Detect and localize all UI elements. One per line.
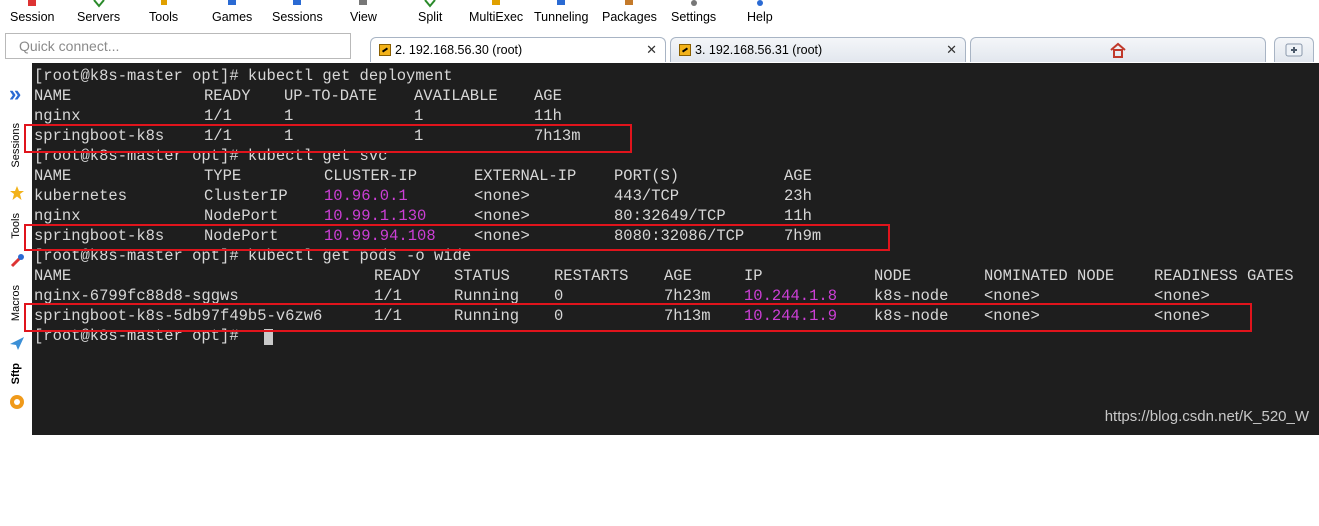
home-icon [1110,42,1126,58]
menu-session[interactable]: Session [10,0,54,30]
sidebar-tab-sftp[interactable]: Sftp [10,363,22,384]
menu-bar: Session Servers Tools Games Sessions Vie… [0,0,1319,30]
quick-connect-input[interactable]: Quick connect... [5,33,351,59]
tab-row: Quick connect... 2. 192.168.56.30 (root)… [0,30,1319,63]
star-icon [10,186,24,200]
tunneling-icon [557,0,566,5]
terminal-line: [root@k8s-master opt]# kubectl get deplo… [34,67,453,85]
games-icon [228,0,237,5]
terminal-session-icon [379,44,391,56]
expand-sidebar-icon[interactable]: » [9,81,21,107]
terminal-line: NAME READY STATUS RESTARTS AGE IP NODE N… [34,267,1294,285]
menu-servers[interactable]: Servers [77,0,120,30]
highlight-box-pod [24,303,1252,332]
menu-help[interactable]: Help [747,0,773,30]
sidebar-tab-tools[interactable]: Tools [10,213,22,239]
sessions-icon [293,0,302,5]
tools-icon [160,0,167,5]
new-tab-button[interactable] [1274,37,1314,62]
close-icon[interactable]: ✕ [646,42,657,58]
packages-icon [625,0,634,5]
multiexec-icon [492,0,501,5]
sftp-icon [10,395,24,409]
terminal-session-icon [679,44,691,56]
menu-split[interactable]: Split [418,0,442,30]
sidebar-tab-sessions[interactable]: Sessions [10,123,22,168]
tools-icon [10,254,24,268]
sidebar-tab-macros[interactable]: Macros [10,285,22,321]
menu-settings[interactable]: Settings [671,0,716,30]
settings-icon [690,0,697,6]
terminal-line: NAME TYPE CLUSTER-IP EXTERNAL-IP PORT(S)… [34,167,812,185]
menu-tools[interactable]: Tools [149,0,178,30]
plus-icon [1285,43,1303,57]
menu-packages[interactable]: Packages [602,0,657,30]
split-icon [424,0,436,8]
tab-session-2[interactable]: 2. 192.168.56.30 (root) ✕ [370,37,666,62]
session-icon [28,0,37,6]
tab-session-3[interactable]: 3. 192.168.56.31 (root) ✕ [670,37,966,62]
terminal-line: NAME READY UP-TO-DATE AVAILABLE AGE [34,87,562,105]
watermark: https://blog.csdn.net/K_520_W [1104,408,1309,425]
tab-home[interactable] [970,37,1266,62]
menu-multiexec[interactable]: MultiExec [469,0,523,30]
help-icon [756,0,763,6]
terminal-pane[interactable]: [root@k8s-master opt]# kubectl get deplo… [24,63,1319,435]
menu-games[interactable]: Games [212,0,252,30]
menu-view[interactable]: View [350,0,377,30]
menu-tunneling[interactable]: Tunneling [534,0,588,30]
highlight-box-deployment [24,124,632,153]
servers-icon [92,0,105,8]
view-icon [359,0,368,5]
close-icon[interactable]: ✕ [946,42,957,58]
menu-sessions[interactable]: Sessions [272,0,323,30]
terminal-line: nginx 1/1 1 1 11h [34,107,562,125]
terminal-line: nginx NodePort 10.99.1.130 <none> 80:326… [34,207,812,225]
highlight-box-service [24,224,890,251]
terminal-line: kubernetes ClusterIP 10.96.0.1 <none> 44… [34,187,812,205]
paper-plane-icon [10,337,24,350]
